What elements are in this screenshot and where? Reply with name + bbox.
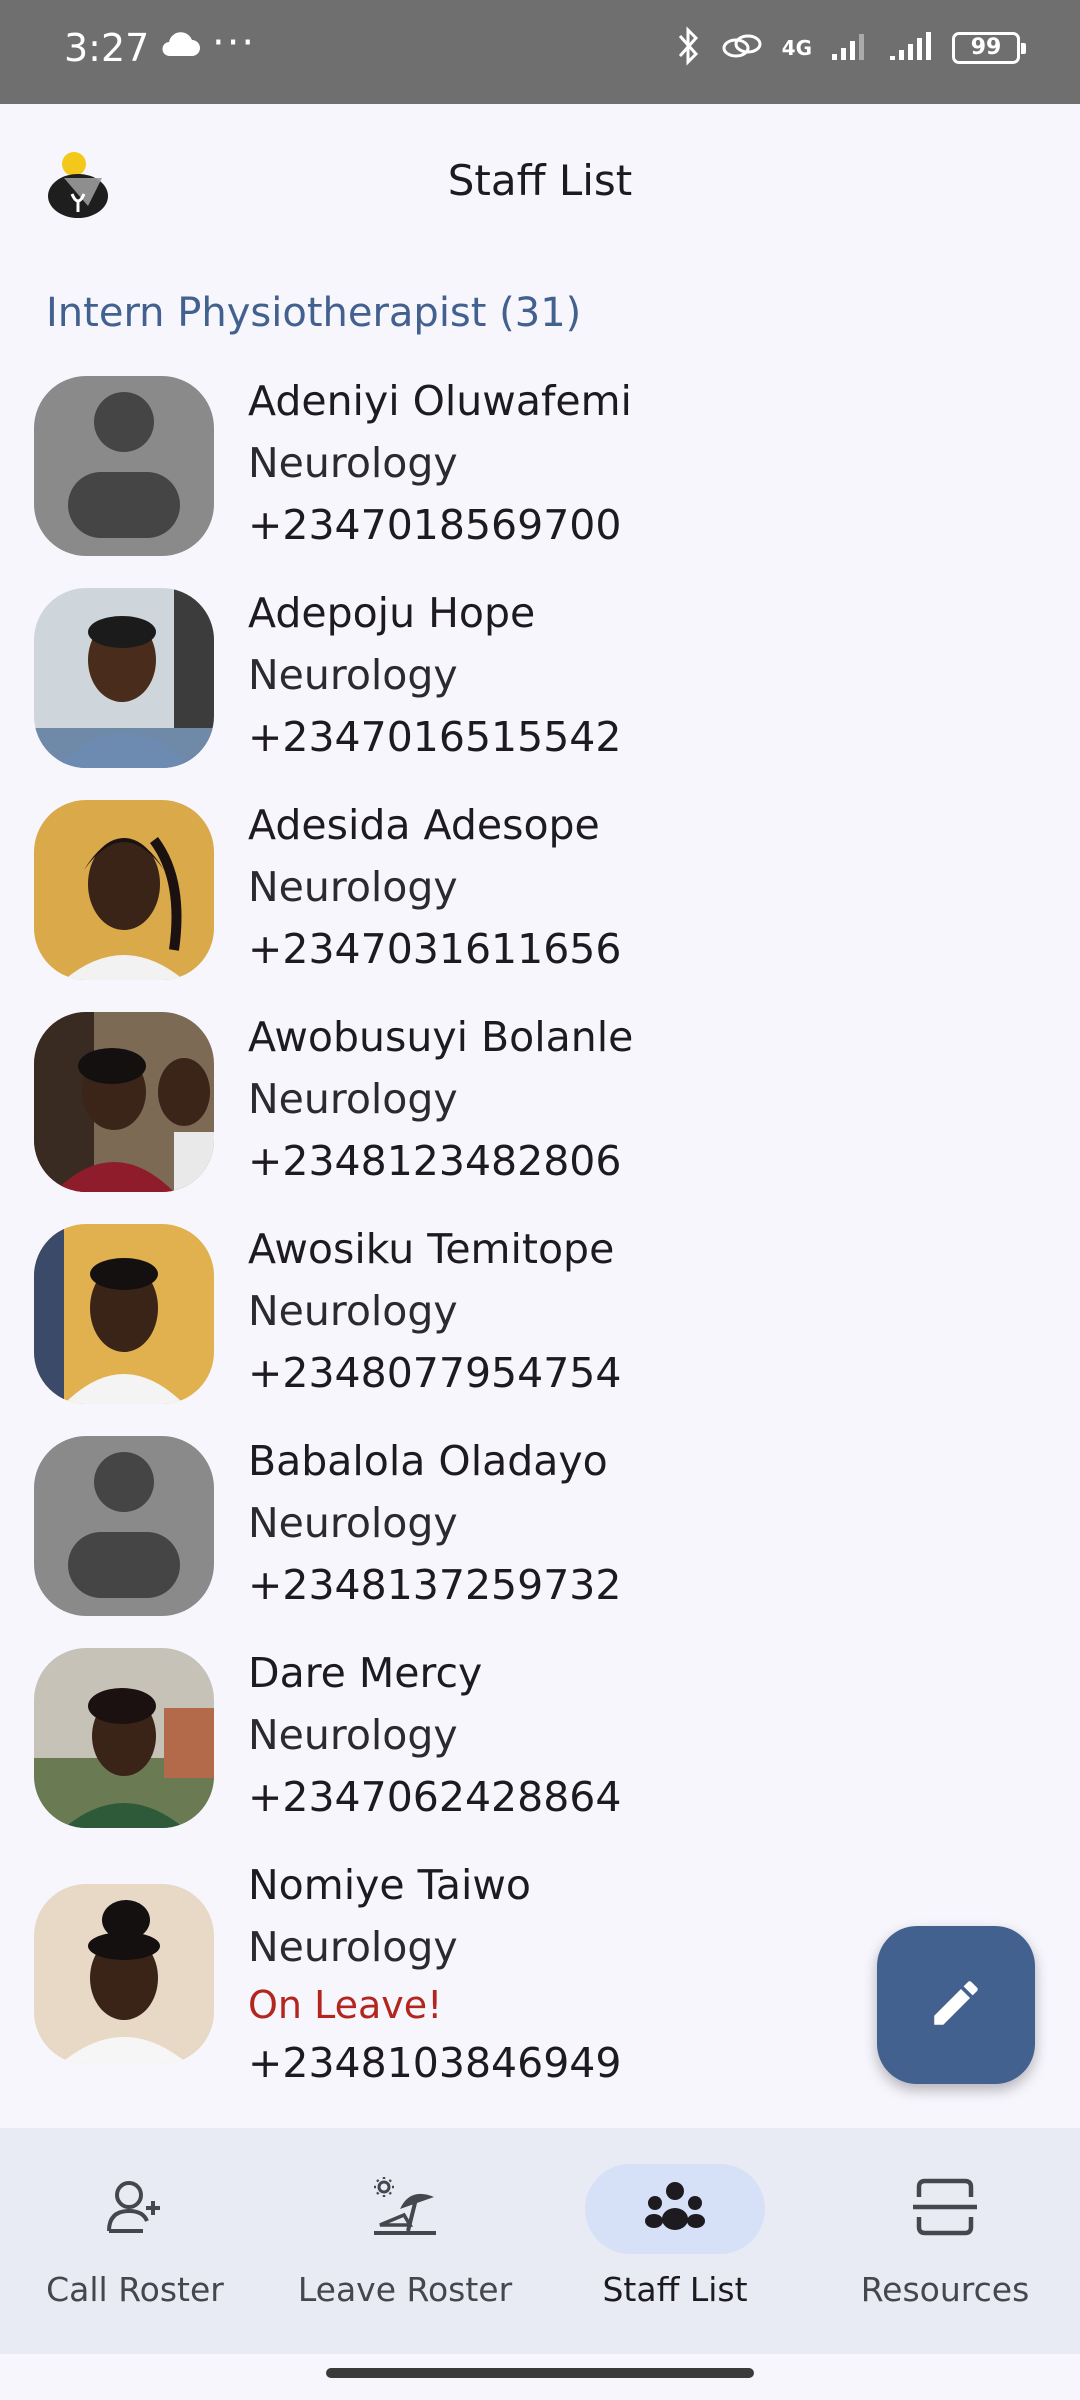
staff-phone[interactable]: +2347031611656 <box>248 918 621 980</box>
staff-phone[interactable]: +2348103846949 <box>248 2032 621 2094</box>
battery-icon: 99 <box>952 32 1026 64</box>
staff-dept: Neurology <box>248 1499 458 1547</box>
staff-name: Adeniyi Oluwafemi <box>248 377 632 425</box>
status-bar: 3:27 ··· 4G 99 <box>0 0 1080 104</box>
bluetooth-icon <box>676 26 702 70</box>
staff-info: Adepoju Hope Neurology +2347016515542 <box>248 582 621 768</box>
staff-dept: Neurology <box>248 1287 458 1335</box>
avatar-photo <box>34 1884 214 2064</box>
staff-phone[interactable]: +2348123482806 <box>248 1130 633 1192</box>
staff-dept: Neurology <box>248 651 458 699</box>
status-icons: 4G 99 <box>676 26 1026 70</box>
staff-info: Babalola Oladayo Neurology +234813725973… <box>248 1430 621 1616</box>
staff-phone[interactable]: +2347016515542 <box>248 706 621 768</box>
bottom-nav: Call Roster Leave Roster Staff List Reso… <box>0 2128 1080 2354</box>
staff-info: Adesida Adesope Neurology +2347031611656 <box>248 794 621 980</box>
nav-leave-roster[interactable]: Leave Roster <box>270 2128 540 2354</box>
nav-icon-container <box>585 2164 765 2254</box>
staff-info: Adeniyi Oluwafemi Neurology +23470185697… <box>248 370 632 556</box>
nav-icon-container <box>855 2164 1035 2254</box>
avatar-placeholder <box>34 376 214 556</box>
staff-row[interactable]: Adepoju Hope Neurology +2347016515542 <box>0 582 1080 794</box>
nav-label: Resources <box>860 2270 1030 2309</box>
link-icon <box>720 28 764 68</box>
signal-icon-2 <box>888 30 934 66</box>
staff-info: Dare Mercy Neurology +2347062428864 <box>248 1642 621 1828</box>
staff-phone[interactable]: +2347062428864 <box>248 1766 621 1828</box>
staff-name: Awosiku Temitope <box>248 1225 615 1273</box>
staff-info: Nomiye Taiwo Neurology On Leave! +234810… <box>248 1854 621 2094</box>
page-title: Staff List <box>447 156 633 205</box>
nav-label: Leave Roster <box>297 2270 513 2309</box>
home-indicator[interactable] <box>326 2368 754 2378</box>
edit-fab-button[interactable] <box>877 1926 1035 2084</box>
signal-icon-1 <box>830 30 870 66</box>
staff-name: Dare Mercy <box>248 1649 483 1697</box>
person-add-icon <box>103 2175 167 2243</box>
staff-dept: Neurology <box>248 1075 458 1123</box>
nav-label: Staff List <box>602 2270 748 2309</box>
staff-phone[interactable]: +2348077954754 <box>248 1342 621 1404</box>
avatar-placeholder <box>34 1436 214 1616</box>
staff-name: Awobusuyi Bolanle <box>248 1013 634 1061</box>
staff-dept: Neurology <box>248 439 458 487</box>
network-type: 4G <box>781 36 812 60</box>
staff-name: Nomiye Taiwo <box>248 1861 531 1909</box>
nav-staff-list[interactable]: Staff List <box>540 2128 810 2354</box>
staff-row[interactable]: Dare Mercy Neurology +2347062428864 <box>0 1642 1080 1854</box>
leave-status: On Leave! <box>248 1983 443 2027</box>
nav-resources[interactable]: Resources <box>810 2128 1080 2354</box>
staff-row[interactable]: Adesida Adesope Neurology +2347031611656 <box>0 794 1080 1006</box>
avatar-photo <box>34 1648 214 1828</box>
staff-info: Awosiku Temitope Neurology +234807795475… <box>248 1218 621 1404</box>
staff-dept: Neurology <box>248 1923 458 1971</box>
staff-row[interactable]: Adeniyi Oluwafemi Neurology +23470185697… <box>0 370 1080 582</box>
more-notifications-icon: ··· <box>212 20 257 66</box>
nav-icon-container <box>45 2164 225 2254</box>
staff-name: Adesida Adesope <box>248 801 600 849</box>
staff-row[interactable]: Awobusuyi Bolanle Neurology +23481234828… <box>0 1006 1080 1218</box>
cloud-icon <box>160 30 200 62</box>
beach-icon <box>370 2175 440 2243</box>
edit-pencil-icon <box>927 1974 985 2036</box>
avatar-photo <box>34 1012 214 1192</box>
section-title: Intern Physiotherapist (31) <box>46 290 582 336</box>
avatar-photo <box>34 588 214 768</box>
staff-dept: Neurology <box>248 1711 458 1759</box>
staff-phone[interactable]: +2347018569700 <box>248 494 632 556</box>
app-header: Staff List <box>0 104 1080 264</box>
resources-icon <box>911 2177 979 2241</box>
staff-name: Babalola Oladayo <box>248 1437 608 1485</box>
staff-phone[interactable]: +2348137259732 <box>248 1554 621 1616</box>
staff-row[interactable]: Babalola Oladayo Neurology +234813725973… <box>0 1430 1080 1642</box>
nav-icon-container <box>315 2164 495 2254</box>
staff-info: Awobusuyi Bolanle Neurology +23481234828… <box>248 1006 633 1192</box>
status-time: 3:27 <box>64 26 150 70</box>
staff-name: Adepoju Hope <box>248 589 536 637</box>
staff-dept: Neurology <box>248 863 458 911</box>
nav-label: Call Roster <box>46 2270 224 2309</box>
avatar-photo <box>34 1224 214 1404</box>
groups-icon <box>643 2175 707 2243</box>
battery-level: 99 <box>970 35 1002 60</box>
staff-row[interactable]: Awosiku Temitope Neurology +234807795475… <box>0 1218 1080 1430</box>
nav-call-roster[interactable]: Call Roster <box>0 2128 270 2354</box>
staff-list: Adeniyi Oluwafemi Neurology +23470185697… <box>0 370 1080 2114</box>
avatar-photo <box>34 800 214 980</box>
